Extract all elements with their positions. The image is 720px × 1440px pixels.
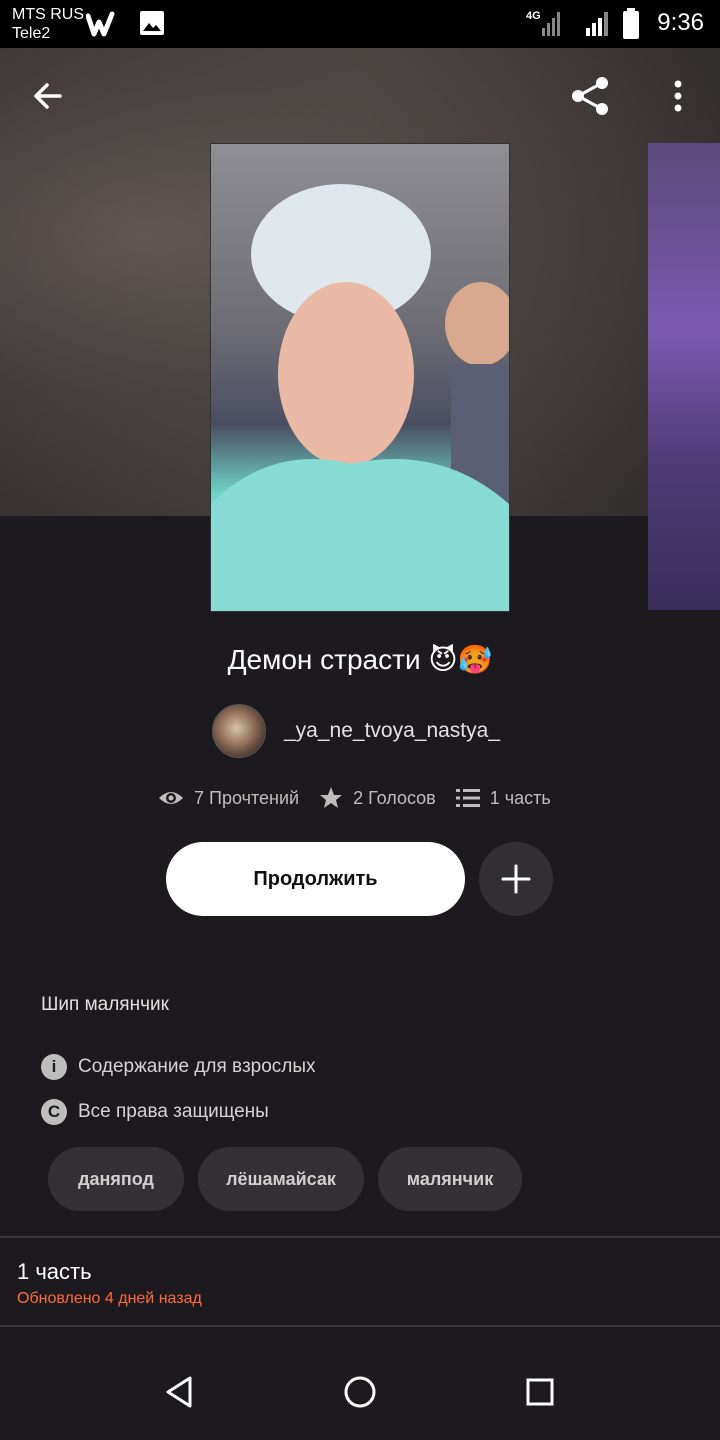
next-story-cover[interactable] [648,143,720,610]
status-bar: MTS RUS Tele2 4G 9:36 [0,0,720,48]
parts-heading: 1 часть [17,1259,92,1284]
tag-chip[interactable]: лёшамайсак [198,1147,364,1211]
nav-home-button[interactable] [338,1370,382,1414]
clock: 9:36 [657,9,704,36]
wattpad-logo-icon [86,11,115,37]
image-icon [140,11,164,35]
tag-chip[interactable]: малянчик [378,1147,522,1211]
more-options-button[interactable] [650,68,706,124]
battery-icon [623,8,639,39]
story-cover[interactable] [210,143,517,612]
copyright-label: Все права защищены [78,1101,269,1122]
circle-home-icon [344,1376,376,1408]
list-icon [455,789,480,807]
nav-recents-button[interactable] [518,1370,562,1414]
star-icon [320,787,343,808]
author-avatar[interactable] [212,704,266,758]
share-button[interactable] [562,68,618,124]
plus-icon [501,864,531,894]
copyright-row: C Все права защищены [41,1099,269,1125]
nav-back-button[interactable] [158,1370,202,1414]
signal-4g-icon [542,12,560,36]
eye-icon [159,792,183,804]
parts-count: 1 часть [489,787,551,808]
continue-label: Продолжить [253,867,378,890]
tag-chip[interactable]: даняпод [48,1147,184,1211]
copyright-icon: C [41,1099,67,1125]
updated-label: Обновлено 4 дней назад [17,1290,202,1307]
continue-reading-button[interactable]: Продолжить [166,842,465,916]
add-to-library-button[interactable] [479,842,553,916]
story-stats: 7 Прочтений 2 Голосов 1 часть [158,786,571,810]
cover-photo-illustration [211,184,517,611]
carrier-primary: MTS RUS [12,6,84,23]
section-divider [0,1325,720,1327]
back-arrow-icon [34,83,62,109]
back-button[interactable] [20,68,76,124]
carrier-info: MTS RUS Tele2 [12,5,84,43]
share-icon [572,77,608,115]
triangle-back-icon [166,1376,192,1408]
story-description: Шип малянчик [41,994,169,1015]
square-recents-icon [526,1378,554,1406]
navigation-bar [0,1340,720,1440]
parts-stat: 1 часть [455,787,551,809]
author-link[interactable]: _ya_ne_tvoya_nastya_ [212,704,500,758]
author-name[interactable]: _ya_ne_tvoya_nastya_ [284,719,500,743]
more-vertical-icon [674,80,682,112]
info-icon: i [41,1054,67,1080]
tag-list: даняпод лёшамайсак малянчик [48,1147,536,1211]
signal-icon [586,12,608,36]
mature-content-row: i Содержание для взрослых [41,1054,316,1080]
reads-count: 7 Прочтений [194,787,300,808]
votes-stat: 2 Голосов [319,786,436,810]
story-title: Демон страсти 😈🥵 [227,644,493,675]
part-list-item[interactable] [0,1238,720,1324]
votes-count: 2 Голосов [353,787,436,808]
carrier-secondary: Tele2 [12,25,51,42]
reads-stat: 7 Прочтений [158,788,299,809]
mature-content-label: Содержание для взрослых [78,1056,316,1077]
